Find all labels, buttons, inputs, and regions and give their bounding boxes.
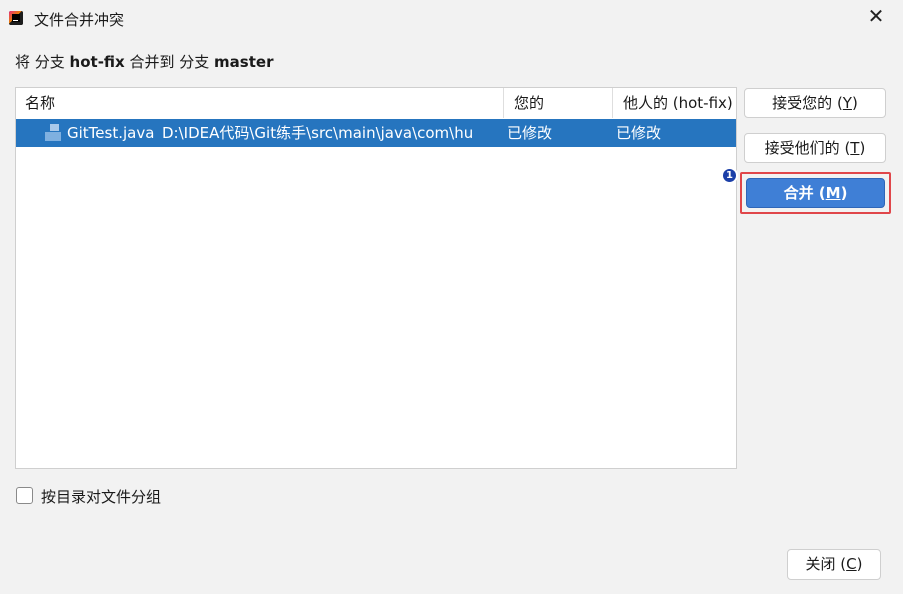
source-branch: hot-fix [69, 53, 125, 71]
merge-highlight-box: 合并 (M) [740, 172, 891, 214]
column-header-theirs[interactable]: 他人的 (hot-fix) [612, 88, 736, 118]
close-icon[interactable]: ✕ [863, 3, 889, 29]
close-button[interactable]: 关闭 (C) [787, 549, 881, 580]
window-title: 文件合并冲突 [34, 11, 125, 29]
table-header: 名称 您的 (master) 他人的 (hot-fix) [16, 88, 736, 142]
merge-mnemonic: M [825, 184, 841, 202]
accept-theirs-label: 接受他们的 ( [764, 139, 851, 157]
merge-label: 合并 ( [783, 184, 826, 202]
subtitle-prefix: 将 分支 [15, 53, 70, 71]
title-bar: 文件合并冲突 ✕ [0, 0, 903, 36]
group-by-directory-checkbox[interactable] [16, 487, 33, 504]
close-mnemonic: C [846, 555, 857, 573]
conflict-file-table: 名称 您的 (master) 他人的 (hot-fix) GitTest.jav… [15, 87, 737, 469]
file-name: GitTest.java [67, 124, 155, 142]
subtitle-middle: 合并到 分支 [124, 53, 215, 71]
group-by-directory-label[interactable]: 按目录对文件分组 [41, 486, 161, 507]
close-paren: ) [856, 555, 863, 573]
accept-yours-mnemonic: Y [842, 94, 852, 112]
merge-description: 将 分支 hot-fix 合并到 分支 master [15, 51, 273, 72]
target-branch: master [214, 53, 274, 71]
column-header-name[interactable]: 名称 [16, 88, 503, 118]
step-badge: 1 [721, 167, 738, 184]
accept-theirs-button[interactable]: 接受他们的 (T) [744, 133, 886, 163]
accept-theirs-paren: ) [859, 139, 866, 157]
accept-yours-button[interactable]: 接受您的 (Y) [744, 88, 886, 118]
table-row[interactable]: GitTest.java D:\IDEA代码\Git练手\src\main\ja… [16, 119, 736, 147]
intellij-app-icon [9, 11, 23, 25]
column-header-yours[interactable]: 您的 (master) [503, 88, 611, 142]
java-file-icon [44, 124, 62, 142]
accept-yours-label: 接受您的 ( [772, 94, 843, 112]
yours-status: 已修改 [507, 124, 553, 142]
merge-button[interactable]: 合并 (M) [746, 178, 885, 208]
accept-yours-paren: ) [851, 94, 858, 112]
close-label: 关闭 ( [805, 555, 847, 573]
theirs-status: 已修改 [616, 124, 662, 142]
merge-paren: ) [840, 184, 848, 202]
file-path: D:\IDEA代码\Git练手\src\main\java\com\hu [162, 124, 474, 142]
